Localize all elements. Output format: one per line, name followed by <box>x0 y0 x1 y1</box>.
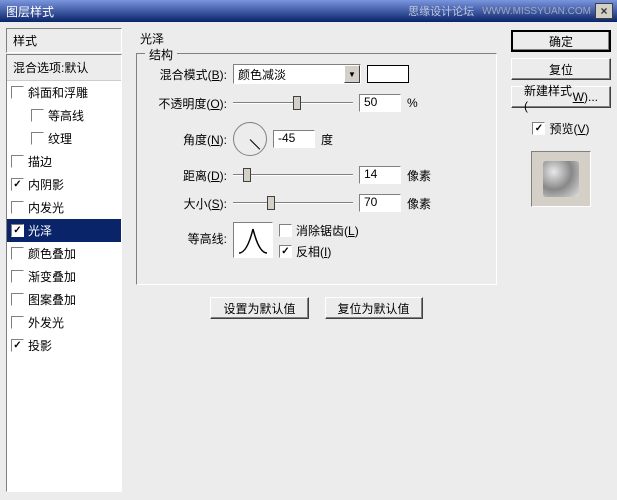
cancel-button[interactable]: 复位 <box>511 58 611 80</box>
checkbox-icon <box>279 224 292 237</box>
style-item-6[interactable]: 光泽 <box>7 219 121 242</box>
checkbox-icon[interactable] <box>11 201 24 214</box>
distance-input[interactable]: 14 <box>359 166 401 184</box>
style-item-label: 内发光 <box>28 199 64 216</box>
opacity-unit: % <box>407 96 418 110</box>
styles-header[interactable]: 样式 <box>6 28 122 53</box>
checkbox-icon[interactable] <box>11 86 24 99</box>
action-panel: 确定 复位 新建样式(W)... 预览(V) <box>511 28 611 492</box>
checkbox-icon[interactable] <box>11 339 24 352</box>
style-item-1[interactable]: 等高线 <box>7 104 121 127</box>
opacity-label: 不透明度(O): <box>149 95 227 112</box>
style-item-9[interactable]: 图案叠加 <box>7 288 121 311</box>
blend-mode-label: 混合模式(B): <box>149 66 227 83</box>
style-item-0[interactable]: 斜面和浮雕 <box>7 81 121 104</box>
size-label: 大小(S): <box>149 195 227 212</box>
watermark: 思缘设计论坛 <box>408 3 474 19</box>
opacity-input[interactable]: 50 <box>359 94 401 112</box>
checkbox-icon[interactable] <box>31 132 44 145</box>
chevron-down-icon: ▼ <box>344 65 360 83</box>
color-swatch[interactable] <box>367 65 409 83</box>
style-item-label: 光泽 <box>28 222 52 239</box>
blending-options[interactable]: 混合选项:默认 <box>7 55 121 81</box>
opacity-slider[interactable] <box>233 94 353 112</box>
ok-button[interactable]: 确定 <box>511 30 611 52</box>
group-title: 结构 <box>145 46 177 63</box>
checkbox-icon <box>532 122 545 135</box>
style-item-label: 外发光 <box>28 314 64 331</box>
distance-slider[interactable] <box>233 166 353 184</box>
style-item-8[interactable]: 渐变叠加 <box>7 265 121 288</box>
blend-mode-dropdown[interactable]: 颜色减淡 ▼ <box>233 64 361 84</box>
size-input[interactable]: 70 <box>359 194 401 212</box>
structure-group: 结构 混合模式(B): 颜色减淡 ▼ 不透明度(O): 50 % 角度(N): … <box>136 53 497 285</box>
distance-row: 距离(D): 14 像素 <box>149 166 484 184</box>
angle-dial[interactable] <box>233 122 267 156</box>
title: 图层样式 <box>4 3 408 20</box>
invert-check[interactable]: 反相(I) <box>279 243 359 260</box>
style-item-label: 颜色叠加 <box>28 245 76 262</box>
checkbox-icon[interactable] <box>11 270 24 283</box>
checkbox-icon <box>279 245 292 258</box>
options-panel: 光泽 结构 混合模式(B): 颜色减淡 ▼ 不透明度(O): 50 % 角度(N… <box>128 28 505 492</box>
checkbox-icon[interactable] <box>11 155 24 168</box>
close-icon: × <box>600 4 607 18</box>
opacity-row: 不透明度(O): 50 % <box>149 94 484 112</box>
size-row: 大小(S): 70 像素 <box>149 194 484 212</box>
contour-picker[interactable] <box>233 222 273 258</box>
style-item-label: 斜面和浮雕 <box>28 84 88 101</box>
style-item-3[interactable]: 描边 <box>7 150 121 173</box>
angle-row: 角度(N): -45 度 <box>149 122 484 156</box>
distance-label: 距离(D): <box>149 167 227 184</box>
style-item-4[interactable]: 内阴影 <box>7 173 121 196</box>
contour-label: 等高线: <box>149 222 227 247</box>
styles-panel: 样式 混合选项:默认 斜面和浮雕等高线纹理描边内阴影内发光光泽颜色叠加渐变叠加图… <box>6 28 122 492</box>
angle-label: 角度(N): <box>149 131 227 148</box>
reset-default-button[interactable]: 复位为默认值 <box>325 297 423 319</box>
angle-input[interactable]: -45 <box>273 130 315 148</box>
angle-unit: 度 <box>321 131 333 148</box>
contour-curve-icon <box>237 225 269 255</box>
preview-box <box>531 151 591 207</box>
checkbox-icon[interactable] <box>11 224 24 237</box>
dialog-body: 样式 混合选项:默认 斜面和浮雕等高线纹理描边内阴影内发光光泽颜色叠加渐变叠加图… <box>0 22 617 498</box>
style-item-label: 描边 <box>28 153 52 170</box>
checkbox-icon[interactable] <box>11 293 24 306</box>
checkbox-icon[interactable] <box>11 316 24 329</box>
contour-row: 等高线: 消除锯齿(L) 反相(I) <box>149 222 484 260</box>
style-item-10[interactable]: 外发光 <box>7 311 121 334</box>
antialias-check[interactable]: 消除锯齿(L) <box>279 222 359 239</box>
style-item-label: 渐变叠加 <box>28 268 76 285</box>
style-item-label: 投影 <box>28 337 52 354</box>
style-item-label: 纹理 <box>48 130 72 147</box>
style-item-5[interactable]: 内发光 <box>7 196 121 219</box>
checkbox-icon[interactable] <box>11 247 24 260</box>
size-unit: 像素 <box>407 195 431 212</box>
style-item-7[interactable]: 颜色叠加 <box>7 242 121 265</box>
preview-check[interactable]: 预览(V) <box>511 120 611 137</box>
panel-title: 光泽 <box>136 30 497 47</box>
default-buttons: 设置为默认值 复位为默认值 <box>136 297 497 319</box>
blend-mode-row: 混合模式(B): 颜色减淡 ▼ <box>149 64 484 84</box>
distance-unit: 像素 <box>407 167 431 184</box>
watermark-url: WWW.MISSYUAN.COM <box>482 6 591 17</box>
size-slider[interactable] <box>233 194 353 212</box>
style-item-label: 等高线 <box>48 107 84 124</box>
close-button[interactable]: × <box>595 3 613 19</box>
styles-list: 混合选项:默认 斜面和浮雕等高线纹理描边内阴影内发光光泽颜色叠加渐变叠加图案叠加… <box>6 54 122 492</box>
style-item-label: 图案叠加 <box>28 291 76 308</box>
preview-thumbnail <box>543 161 579 197</box>
style-item-label: 内阴影 <box>28 176 64 193</box>
set-default-button[interactable]: 设置为默认值 <box>210 297 308 319</box>
titlebar: 图层样式 思缘设计论坛 WWW.MISSYUAN.COM × <box>0 0 617 22</box>
new-style-button[interactable]: 新建样式(W)... <box>511 86 611 108</box>
checkbox-icon[interactable] <box>11 178 24 191</box>
checkbox-icon[interactable] <box>31 109 44 122</box>
style-item-2[interactable]: 纹理 <box>7 127 121 150</box>
style-item-11[interactable]: 投影 <box>7 334 121 357</box>
